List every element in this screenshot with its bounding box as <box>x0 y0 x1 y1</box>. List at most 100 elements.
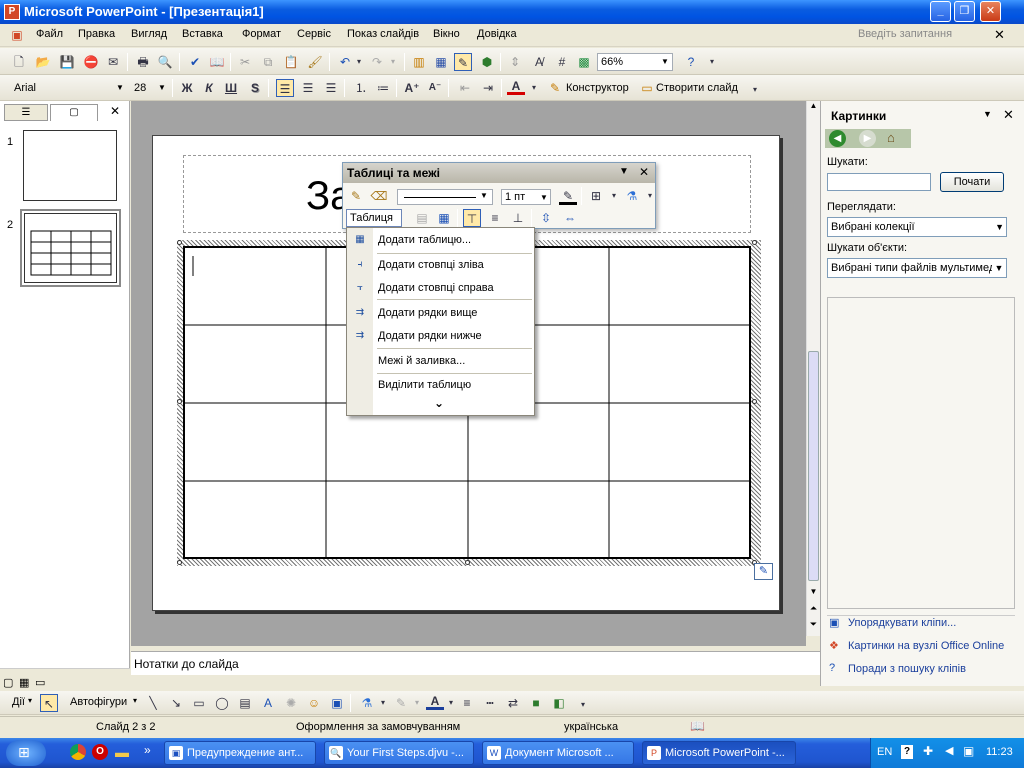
merge-cells-icon[interactable]: ▦ <box>435 209 453 227</box>
resize-handle[interactable] <box>465 560 470 565</box>
close-panel-icon[interactable]: ✕ <box>110 104 120 118</box>
insert-table-icon[interactable]: ▤ <box>413 209 431 227</box>
previous-slide-icon[interactable]: ⏶ <box>807 603 820 617</box>
chevron-down-icon[interactable]: ▼ <box>659 55 671 69</box>
print-preview-icon[interactable]: 🔍 <box>156 53 174 71</box>
draw-table-icon[interactable]: ✎ <box>347 187 365 205</box>
research-icon[interactable]: 📖 <box>208 53 226 71</box>
toolbar-options-icon[interactable]: ▾ <box>703 53 721 71</box>
ask-question-box[interactable]: Введіть запитання <box>858 28 952 40</box>
help-tray-icon[interactable]: ? <box>901 745 913 759</box>
tables-borders-caption[interactable]: Таблиці та межі <box>343 163 655 183</box>
picture-icon[interactable]: ▣ <box>328 694 346 712</box>
menu-item-insert-columns-right[interactable]: Додати стовпці справа <box>378 282 494 294</box>
resize-handle[interactable] <box>752 240 757 245</box>
tables-borders-icon[interactable]: ✎ <box>454 53 472 71</box>
font-size-combo[interactable]: 28 ▼ <box>130 79 170 97</box>
menu-tools[interactable]: Сервіс <box>297 28 331 40</box>
border-style-combo[interactable]: ▼ <box>397 189 493 205</box>
resize-handle[interactable] <box>177 240 182 245</box>
network-icon[interactable]: ▣ <box>963 744 974 758</box>
slide-thumbnail-1[interactable] <box>23 130 117 201</box>
new-icon[interactable]: 🗋 <box>10 53 28 71</box>
chevron-down-icon[interactable]: ▼ <box>995 218 1004 236</box>
fill-color-icon[interactable]: ⚗ <box>623 187 641 205</box>
insert-chart-icon[interactable]: ▥ <box>410 53 428 71</box>
chevron-down-icon[interactable]: ▾ <box>605 187 623 205</box>
menu-edit[interactable]: Правка <box>78 28 115 40</box>
decrease-font-icon[interactable]: A⁻ <box>426 79 444 97</box>
increase-indent-icon[interactable]: ⇥ <box>479 79 497 97</box>
slide-sorter-icon[interactable]: ▦ <box>19 676 29 689</box>
menu-insert[interactable]: Вставка <box>182 28 223 40</box>
task-word[interactable]: W Документ Microsoft ... <box>482 741 634 765</box>
autofit-options-icon[interactable]: ✎ <box>754 563 773 580</box>
menu-item-borders-fill[interactable]: Межі й заливка... <box>378 355 465 367</box>
shadow-button[interactable]: S <box>246 79 264 97</box>
search-tips-link[interactable]: Поради з пошуку кліпів <box>848 663 966 675</box>
oval-icon[interactable]: ◯ <box>213 694 231 712</box>
align-bottom-icon[interactable]: ⊥ <box>509 209 527 227</box>
eraser-icon[interactable]: ⌫ <box>370 187 388 205</box>
vertical-scrollbar[interactable]: ▲ ▼ ⏶ ⏷ <box>806 101 820 636</box>
align-right-icon[interactable]: ☰ <box>322 79 340 97</box>
chevron-down-icon[interactable]: ▾ <box>641 187 659 205</box>
copy-icon[interactable]: ⧉ <box>259 53 277 71</box>
chevron-down-icon[interactable]: ▾ <box>133 696 137 705</box>
designer-button[interactable]: Конструктор <box>566 82 629 94</box>
open-icon[interactable]: 📂 <box>34 53 52 71</box>
italic-button[interactable]: К <box>200 79 218 97</box>
slideshow-view-icon[interactable]: ▭ <box>35 676 45 689</box>
chevron-down-icon[interactable]: ▼ <box>480 191 488 200</box>
toolbar-options-icon[interactable]: ▼ <box>619 166 629 177</box>
close-toolbar-icon[interactable]: ✕ <box>639 165 649 179</box>
undo-dropdown-icon[interactable]: ▾ <box>350 53 368 71</box>
outline-tab[interactable]: ☰ <box>4 104 48 121</box>
chevron-down-icon[interactable]: ▼ <box>114 81 126 95</box>
menu-item-insert-table[interactable]: Додати таблицю... <box>378 234 471 246</box>
table-menu-button[interactable]: Таблиця ▼ <box>346 209 402 241</box>
menu-format[interactable]: Формат <box>242 28 281 40</box>
organize-clips-link[interactable]: Упорядкувати кліпи... <box>848 617 956 629</box>
align-left-icon[interactable]: ☰ <box>276 79 294 97</box>
decrease-indent-icon[interactable]: ⇤ <box>456 79 474 97</box>
rectangle-icon[interactable]: ▭ <box>190 694 208 712</box>
line-icon[interactable]: ╲ <box>144 694 162 712</box>
document-icon[interactable]: ▣ <box>8 26 26 44</box>
scroll-down-icon[interactable]: ▼ <box>807 587 820 601</box>
resize-handle[interactable] <box>752 399 757 404</box>
font-combo[interactable]: Arial ▼ <box>10 79 128 97</box>
show-hidden-icons[interactable]: ◀ <box>945 744 953 757</box>
line-style-icon[interactable]: ≡ <box>458 694 476 712</box>
cut-icon[interactable]: ✂ <box>236 53 254 71</box>
find-objects-select[interactable]: Вибрані типи файлів мультимеді ▼ <box>827 258 1007 278</box>
go-button[interactable]: Почати <box>940 172 1004 192</box>
close-window-button[interactable]: ✕ <box>980 1 1001 22</box>
border-width-combo[interactable]: 1 пт ▼ <box>501 189 551 205</box>
folder-icon[interactable]: ▬ <box>115 744 129 760</box>
opera-icon[interactable]: O <box>92 744 108 760</box>
chrome-icon[interactable] <box>70 744 86 760</box>
menu-item-insert-columns-left[interactable]: Додати стовпці зліва <box>378 259 484 271</box>
resize-handle[interactable] <box>177 399 182 404</box>
text-box-icon[interactable]: ▤ <box>236 694 254 712</box>
slide-thumbnail-2-selection[interactable] <box>20 209 121 287</box>
close-document-icon[interactable]: ✕ <box>994 27 1005 43</box>
save-icon[interactable]: 💾 <box>58 53 76 71</box>
slides-tab[interactable]: ▢ <box>50 104 98 121</box>
align-center-icon[interactable]: ☰ <box>299 79 317 97</box>
zoom-combo[interactable]: 66% ▼ <box>597 53 673 71</box>
expand-menu-icon[interactable]: ⌄ <box>434 396 444 410</box>
browse-select[interactable]: Вибрані колекції ▼ <box>827 217 1007 237</box>
wordart-icon[interactable]: A <box>259 694 277 712</box>
arrow-icon[interactable]: ↘ <box>167 694 185 712</box>
home-icon[interactable]: ⌂ <box>887 130 895 145</box>
paste-icon[interactable]: 📋 <box>282 53 300 71</box>
chevron-down-icon[interactable]: ▾ <box>408 694 426 712</box>
color-grayscale-icon[interactable]: ▩ <box>575 53 593 71</box>
menu-file[interactable]: Файл <box>36 28 63 40</box>
autoshapes-menu[interactable]: Автофігури <box>70 696 127 708</box>
select-objects-icon[interactable]: ↖ <box>40 694 58 712</box>
dash-style-icon[interactable]: ┅ <box>481 694 499 712</box>
notes-pane[interactable]: Нотатки до слайда <box>131 651 821 675</box>
